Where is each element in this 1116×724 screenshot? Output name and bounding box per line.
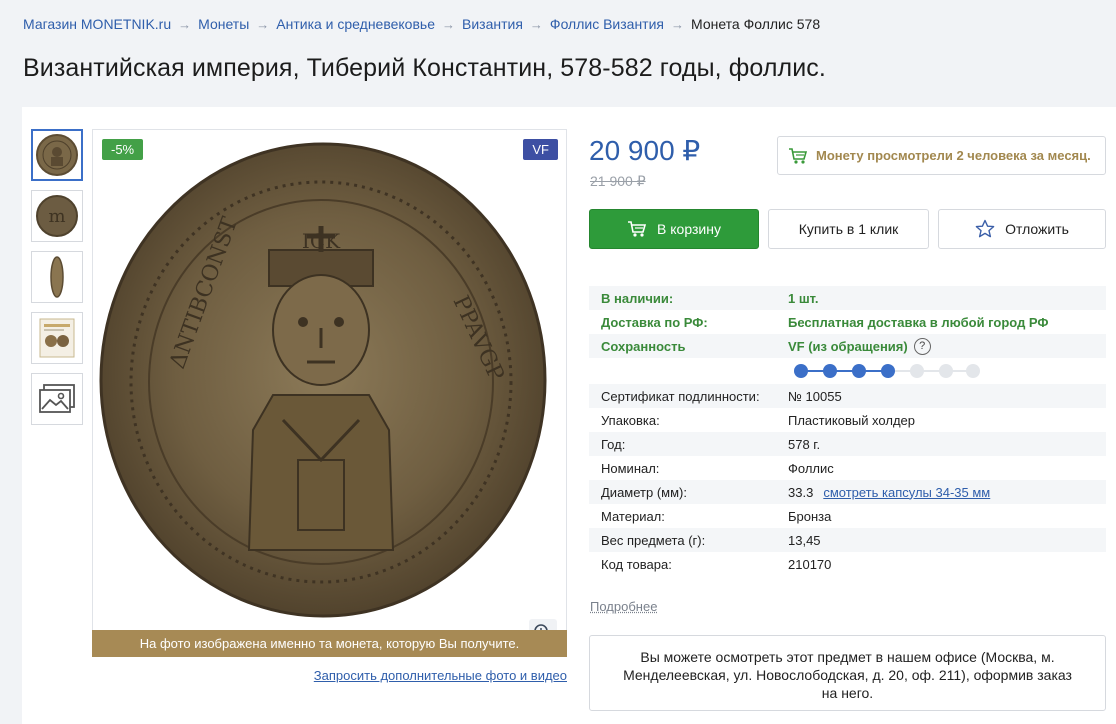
spec-row-weight: Вес предмета (г): 13,45 — [589, 528, 1106, 552]
condition-scale — [794, 363, 980, 379]
product-card: m ΔNTIBCONST PPAVGP ICK -5% VF На фото и… — [22, 107, 1116, 724]
spec-row-availability: В наличии: 1 шт. — [589, 286, 1106, 310]
spec-label: Год: — [601, 436, 626, 452]
coin-photo-icon: ΔNTIBCONST PPAVGP ICK — [99, 142, 547, 618]
spec-row-packaging: Упаковка: Пластиковый холдер — [589, 408, 1106, 432]
scale-dot — [966, 364, 980, 378]
certificate-icon — [39, 318, 75, 358]
breadcrumb-current: Монета Фоллис 578 — [691, 16, 821, 32]
scale-dot — [910, 364, 924, 378]
scale-dot — [794, 364, 808, 378]
breadcrumb-separator: → — [529, 16, 543, 32]
svg-text:m: m — [48, 206, 65, 227]
spec-value: Пластиковый холдер — [788, 412, 915, 428]
main-photo[interactable]: ΔNTIBCONST PPAVGP ICK -5% VF — [92, 129, 567, 657]
defer-label: Отложить — [1005, 221, 1069, 237]
scale-dot — [939, 364, 953, 378]
breadcrumb-separator: → — [671, 16, 684, 32]
breadcrumb-item-follis[interactable]: Фоллис Византия — [550, 16, 664, 32]
spec-value: Фоллис — [788, 460, 834, 476]
capsules-link[interactable]: смотреть капсулы 34-35 мм — [823, 485, 990, 500]
spec-row-diameter: Диаметр (мм): 33.3 смотреть капсулы 34-3… — [589, 480, 1106, 504]
photos-icon — [39, 384, 75, 413]
defer-button[interactable]: Отложить — [938, 209, 1106, 249]
spec-row-year: Год: 578 г. — [589, 432, 1106, 456]
spec-row-condition: Сохранность VF (из обращения) ? — [589, 334, 1106, 358]
thumbnail-certificate[interactable] — [31, 312, 83, 364]
views-notice-text: Монету просмотрели 2 человека за месяц. — [816, 148, 1091, 163]
scale-dot — [823, 364, 837, 378]
spec-value: № 10055 — [788, 388, 842, 404]
thumbnail-reverse[interactable]: m — [31, 190, 83, 242]
old-price: 21 900 ₽ — [590, 173, 646, 189]
views-notice: Монету просмотрели 2 человека за месяц. — [777, 136, 1106, 175]
spec-label: Сохранность — [601, 338, 686, 354]
coin-thumbnail-icon — [36, 134, 78, 176]
breadcrumb-item-coins[interactable]: Монеты — [198, 16, 249, 32]
condition-scale-row — [589, 358, 1106, 384]
spec-label: Материал: — [601, 508, 665, 524]
scale-dot — [881, 364, 895, 378]
spec-label: Доставка по РФ: — [601, 314, 708, 330]
condition-help-icon[interactable]: ? — [913, 337, 931, 355]
discount-badge: -5% — [102, 139, 144, 160]
spec-row-material: Материал: Бронза — [589, 504, 1106, 528]
spec-value: 1 шт. — [788, 290, 819, 306]
breadcrumb: Магазин MONETNIK.ru → Монеты → Антика и … — [23, 16, 820, 32]
coin-thumbnail-icon: m — [36, 195, 78, 237]
page-title: Византийская империя, Тиберий Константин… — [23, 54, 826, 82]
spec-label: Диаметр (мм): — [601, 484, 687, 500]
breadcrumb-item-byzantium[interactable]: Византия — [462, 16, 523, 32]
breadcrumb-separator: → — [256, 16, 270, 32]
spec-value: 13,45 — [788, 532, 821, 548]
buy-one-click-label: Купить в 1 клик — [798, 221, 899, 237]
spec-label: Код товара: — [601, 556, 672, 572]
scale-dot — [852, 364, 866, 378]
scale-track-active — [800, 370, 894, 372]
buy-one-click-button[interactable]: Купить в 1 клик — [768, 209, 929, 249]
photo-caption: На фото изображена именно та монета, кот… — [92, 630, 567, 657]
spec-value: 210170 — [788, 556, 832, 572]
svg-text:ICK: ICK — [302, 229, 341, 253]
request-photos-link[interactable]: Запросить дополнительные фото и видео — [314, 668, 567, 683]
office-notice: Вы можете осмотреть этот предмет в нашем… — [589, 635, 1106, 711]
spec-row-certificate: Сертификат подлинности: № 10055 — [589, 384, 1106, 408]
thumbnail-more-photos[interactable] — [31, 373, 83, 425]
spec-value: Бесплатная доставка в любой город РФ — [788, 314, 1049, 330]
spec-label: Вес предмета (г): — [601, 532, 706, 548]
spec-label: Номинал: — [601, 460, 660, 476]
breadcrumb-item-antique[interactable]: Антика и средневековье — [276, 16, 435, 32]
thumbnail-list: m — [31, 129, 83, 434]
cart-icon — [789, 147, 808, 164]
product-page: Магазин MONETNIK.ru → Монеты → Антика и … — [0, 0, 1116, 724]
breadcrumb-item-shop[interactable]: Магазин MONETNIK.ru — [23, 16, 171, 32]
spec-label: Сертификат подлинности: — [601, 388, 760, 404]
spec-row-denomination: Номинал: Фоллис — [589, 456, 1106, 480]
spec-label: Упаковка: — [601, 412, 660, 428]
more-details-link[interactable]: Подробнее — [590, 599, 657, 614]
spec-value: 33.3 — [788, 484, 814, 500]
thumbnail-obverse[interactable] — [31, 129, 83, 181]
spec-value: Бронза — [788, 508, 832, 524]
breadcrumb-separator: → — [178, 16, 192, 32]
specs-table: В наличии: 1 шт. Доставка по РФ: Бесплат… — [589, 286, 1106, 576]
coin-edge-icon — [50, 256, 64, 298]
grade-badge: VF — [523, 139, 558, 160]
current-price: 20 900 ₽ — [589, 135, 701, 166]
add-to-cart-button[interactable]: В корзину — [589, 209, 759, 249]
spec-row-sku: Код товара: 210170 — [589, 552, 1106, 576]
spec-value: VF (из обращения) — [788, 338, 908, 354]
spec-label: В наличии: — [601, 290, 674, 306]
star-icon — [975, 219, 995, 238]
breadcrumb-separator: → — [442, 16, 455, 32]
cart-icon — [628, 221, 647, 237]
add-to-cart-label: В корзину — [657, 221, 721, 237]
spec-row-delivery: Доставка по РФ: Бесплатная доставка в лю… — [589, 310, 1106, 334]
thumbnail-edge[interactable] — [31, 251, 83, 303]
spec-value: 578 г. — [788, 436, 821, 452]
